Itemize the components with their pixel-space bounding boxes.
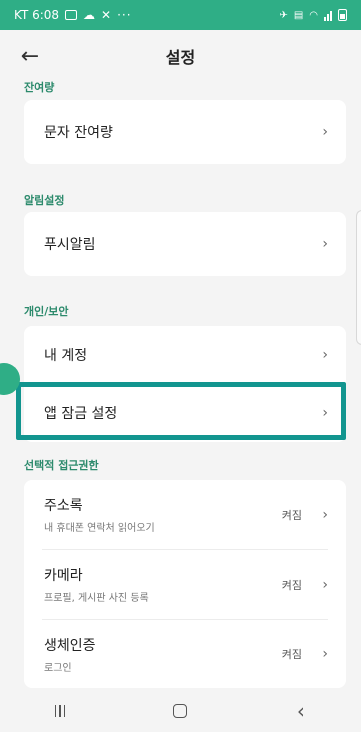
camera-status: 켜짐 [281,578,302,592]
battery-icon [338,9,347,21]
notifications-card: 푸시알림 › [24,212,346,276]
edge-panel-handle[interactable] [356,210,361,345]
push-notification-label: 푸시알림 [44,237,96,253]
privacy-card: 내 계정 › 앱 잠금 설정 › [24,326,346,442]
status-bar: KT 6:08 ☁ ✕ ··· ✈ ▤ ◠ [0,0,361,30]
app-lock-settings-label: 앱 잠금 설정 [44,406,118,422]
biometric-label: 생체인증 [44,637,96,654]
more-notifications-icon: ··· [117,8,132,22]
lte-icon: ▤ [293,9,304,21]
contacts-status: 켜짐 [281,508,302,522]
camera-description: 프로필, 게시판 사진 등록 [44,593,149,604]
chevron-right-icon: › [322,646,328,662]
back-button[interactable]: ← [14,40,46,72]
wifi-icon: ◠ [309,9,318,21]
system-nav-bar: ‹ [0,690,361,732]
recents-button[interactable] [30,693,90,729]
gallery-icon [65,10,78,20]
signal-icon [324,10,332,21]
section-label-privacy: 개인/보안 [24,305,69,318]
chevron-right-icon: › [322,236,328,252]
tools-icon: ✕ [101,8,112,22]
app-lock-settings-row[interactable]: 앱 잠금 설정 › [24,384,346,442]
section-label-permissions: 선택적 접근권한 [24,459,99,472]
biometric-permission-row[interactable]: 생체인증 로그인 켜짐 › [24,620,346,688]
my-account-row[interactable]: 내 계정 › [24,326,346,384]
biometric-description: 로그인 [44,662,72,674]
biometric-status: 켜짐 [281,648,302,661]
sms-balance-row[interactable]: 문자 잔여량 › [24,100,346,164]
carrier-time: KT 6:08 [14,8,60,22]
home-icon [173,704,188,718]
step-marker [0,363,20,395]
chevron-right-icon: › [322,124,328,140]
contacts-label: 주소록 [44,498,83,514]
chevron-right-icon: › [322,405,328,421]
push-notification-row[interactable]: 푸시알림 › [24,212,346,276]
section-label-balance: 잔여량 [24,81,55,94]
home-button[interactable] [150,693,210,729]
chevron-right-icon: › [322,506,328,523]
my-account-label: 내 계정 [44,348,88,364]
section-label-notifications: 알림설정 [24,194,65,207]
balance-card: 문자 잔여량 › [24,100,346,164]
system-back-button[interactable]: ‹ [271,693,331,729]
camera-permission-row[interactable]: 카메라 프로필, 게시판 사진 등록 켜짐 › [24,550,346,619]
camera-label: 카메라 [44,568,83,584]
contacts-description: 내 휴대폰 연락처 읽어오기 [44,523,155,534]
cloud-icon: ☁ [83,8,96,22]
sms-balance-label: 문자 잔여량 [44,125,113,141]
page-title: 설정 [165,48,196,67]
permissions-card: 주소록 내 휴대폰 연락처 읽어오기 켜짐 › 카메라 프로필, 게시판 사진 … [24,480,346,688]
back-arrow-icon: ← [20,43,40,69]
chevron-right-icon: › [322,576,328,593]
contacts-permission-row[interactable]: 주소록 내 휴대폰 연락처 읽어오기 켜짐 › [24,480,346,549]
back-chevron-icon: ‹ [296,699,305,723]
recents-icon [54,705,66,717]
mute-icon: ✈ [279,9,288,21]
app-header: ← 설정 [0,30,361,82]
chevron-right-icon: › [322,347,328,363]
